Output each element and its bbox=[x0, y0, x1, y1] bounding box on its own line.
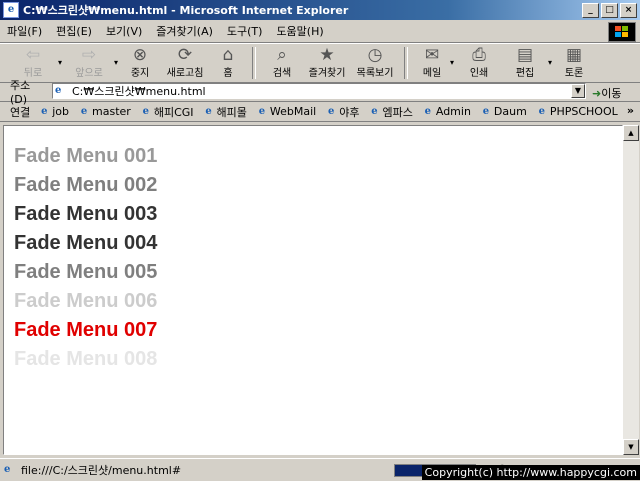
fade-menu-item[interactable]: Fade Menu 004 bbox=[14, 229, 157, 258]
menu-tools[interactable]: 도구(T) bbox=[220, 23, 270, 39]
scroll-up-icon[interactable]: ▲ bbox=[623, 125, 639, 141]
printer-icon: ⎙ bbox=[472, 45, 486, 65]
link-item[interactable]: e 해피몰 bbox=[203, 104, 247, 120]
page-viewport: Fade Menu 001 Fade Menu 002 Fade Menu 003 F… bbox=[3, 125, 623, 455]
window-title: C:₩스크린샷₩menu.html - Microsoft Internet E… bbox=[23, 4, 349, 17]
ie-link-icon: e bbox=[41, 105, 48, 117]
search-icon: ⌕ bbox=[277, 45, 287, 65]
fade-menu-item[interactable]: Fade Menu 008 bbox=[14, 345, 157, 374]
discuss-icon: ▦ bbox=[566, 45, 583, 65]
address-dropdown-icon[interactable]: ▼ bbox=[571, 84, 585, 98]
refresh-icon: ⟳ bbox=[177, 45, 193, 65]
window-controls: _ □ × bbox=[582, 3, 637, 18]
mail-dropdown-icon[interactable]: ▾ bbox=[450, 58, 454, 67]
minimize-button[interactable]: _ bbox=[582, 3, 599, 18]
close-button[interactable]: × bbox=[620, 3, 637, 18]
forward-arrow-icon: ⇨ bbox=[81, 45, 97, 65]
ie-link-icon: e bbox=[424, 105, 432, 117]
links-bar: 연결 e job e master e 해피CGI e 해피몰 e WebMail e 야후… bbox=[0, 102, 640, 122]
refresh-button[interactable]: ⟳ 새로고침 bbox=[160, 44, 210, 82]
address-bar: 주소(D) e C:₩스크린샷₩menu.html ▼ ➜이동 bbox=[0, 79, 640, 106]
address-value: C:₩스크린샷₩menu.html bbox=[72, 85, 206, 98]
go-button[interactable]: ➜이동 bbox=[592, 85, 621, 101]
browser-window: e C:₩스크린샷₩menu.html - Microsoft Internet… bbox=[0, 0, 640, 480]
go-arrow-icon: ➜ bbox=[592, 87, 602, 100]
copyright-overlay: Copyright(c) http://www.happycgi.com bbox=[421, 465, 640, 480]
link-item[interactable]: e Admin bbox=[422, 105, 471, 118]
fade-menu-item[interactable]: Fade Menu 007 bbox=[14, 316, 157, 345]
ie-link-icon: e bbox=[538, 105, 546, 117]
home-icon: ⌂ bbox=[222, 45, 234, 65]
address-input[interactable]: e C:₩스크린샷₩menu.html ▼ bbox=[52, 83, 586, 99]
ie-link-icon: e bbox=[205, 105, 212, 117]
fade-menu-item[interactable]: Fade Menu 001 bbox=[14, 142, 157, 171]
menu-help[interactable]: 도움말(H) bbox=[269, 23, 330, 39]
maximize-button[interactable]: □ bbox=[601, 3, 618, 18]
ie-link-icon: e bbox=[371, 105, 378, 117]
link-item[interactable]: e 엠파스 bbox=[368, 104, 413, 120]
fade-menu-item[interactable]: Fade Menu 006 bbox=[14, 287, 157, 316]
ie-icon: e bbox=[3, 2, 19, 18]
status-text: file:///C:/스크린샷/menu.html# bbox=[21, 464, 182, 477]
menu-view[interactable]: 보기(V) bbox=[99, 23, 149, 39]
edit-document-icon: ▤ bbox=[517, 45, 534, 65]
mail-icon: ✉ bbox=[424, 45, 440, 65]
forward-button[interactable]: ⇨ 앞으로 bbox=[64, 44, 114, 82]
link-item[interactable]: e PHPSCHOOL bbox=[536, 105, 618, 118]
toolbar-separator bbox=[404, 47, 409, 79]
page-icon: e bbox=[55, 85, 62, 96]
stop-button[interactable]: ⊗ 중지 bbox=[120, 44, 160, 82]
links-label: 연결 bbox=[10, 105, 31, 119]
links-more-button[interactable]: » bbox=[627, 104, 634, 117]
edit-button[interactable]: ▤ 편집 bbox=[502, 44, 548, 82]
link-item[interactable]: e 해피CGI bbox=[140, 104, 194, 120]
fade-menu-item[interactable]: Fade Menu 005 bbox=[14, 258, 157, 287]
vertical-scrollbar[interactable]: ▲ ▼ bbox=[623, 125, 639, 455]
toolbar-separator bbox=[252, 47, 257, 79]
fade-menu-item[interactable]: Fade Menu 002 bbox=[14, 171, 157, 200]
edit-dropdown-icon[interactable]: ▾ bbox=[548, 58, 552, 67]
history-icon: ◷ bbox=[367, 45, 383, 65]
back-dropdown-icon[interactable]: ▾ bbox=[58, 58, 62, 67]
discuss-button[interactable]: ▦ 토론 bbox=[554, 44, 594, 82]
menu-bar: 파일(F) 편집(E) 보기(V) 즐겨찾기(A) 도구(T) 도움말(H) bbox=[0, 20, 640, 43]
favorites-icon: ★ bbox=[319, 45, 335, 65]
link-item[interactable]: e WebMail bbox=[256, 105, 317, 118]
ie-link-icon: e bbox=[328, 105, 335, 117]
menu-favorites[interactable]: 즐겨찾기(A) bbox=[149, 23, 220, 39]
ie-link-icon: e bbox=[142, 105, 150, 117]
title-bar: e C:₩스크린샷₩menu.html - Microsoft Internet… bbox=[0, 0, 640, 20]
fade-menu-item[interactable]: Fade Menu 003 bbox=[14, 200, 157, 229]
stop-icon: ⊗ bbox=[132, 45, 148, 65]
link-item[interactable]: e 야후 bbox=[325, 104, 359, 120]
ie-link-icon: e bbox=[80, 105, 88, 117]
ie-link-icon: e bbox=[482, 105, 490, 117]
link-item[interactable]: e Daum bbox=[480, 105, 527, 118]
ie-link-icon: e bbox=[258, 105, 266, 117]
print-button[interactable]: ⎙ 인쇄 bbox=[456, 44, 502, 82]
fade-menu-list: Fade Menu 001 Fade Menu 002 Fade Menu 003 F… bbox=[14, 142, 157, 374]
forward-dropdown-icon[interactable]: ▾ bbox=[114, 58, 118, 67]
mail-button[interactable]: ✉ 메일 bbox=[414, 44, 450, 82]
link-item[interactable]: e master bbox=[78, 105, 131, 118]
link-item[interactable]: e job bbox=[38, 105, 69, 118]
status-page-icon: e bbox=[4, 464, 11, 475]
menu-file[interactable]: 파일(F) bbox=[0, 23, 49, 39]
history-button[interactable]: ◷ 목록보기 bbox=[352, 44, 398, 82]
windows-logo-icon bbox=[608, 22, 636, 42]
search-button[interactable]: ⌕ 검색 bbox=[262, 44, 302, 82]
home-button[interactable]: ⌂ 홈 bbox=[210, 44, 246, 82]
favorites-button[interactable]: ★ 즐겨찾기 bbox=[302, 44, 352, 82]
standard-toolbar: ⇦ 뒤로 ▾ ⇨ 앞으로 ▾ ⊗ 중지 ⟳ 새로고침 ⌂ 홈 ⌕ 검색 ★ 즐겨… bbox=[0, 43, 640, 83]
back-arrow-icon: ⇦ bbox=[25, 45, 41, 65]
scroll-down-icon[interactable]: ▼ bbox=[623, 439, 639, 455]
menu-edit[interactable]: 편집(E) bbox=[49, 23, 99, 39]
